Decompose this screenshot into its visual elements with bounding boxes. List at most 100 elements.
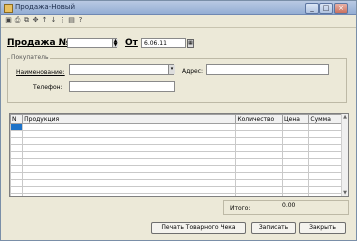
scroll-down-icon[interactable]: ▼: [342, 190, 348, 196]
products-table[interactable]: N Продукция Количество Цена Сумма ▲ ▼: [9, 113, 349, 197]
table-cell[interactable]: [22, 172, 237, 180]
close-button[interactable]: Закрыть: [299, 222, 346, 234]
date-label: От: [125, 38, 138, 48]
save-icon[interactable]: ▣: [5, 17, 12, 24]
chevron-down-icon[interactable]: ▾: [168, 65, 175, 74]
buyer-address-field[interactable]: [206, 64, 329, 75]
print-receipt-button[interactable]: Печать Товарного Чека: [151, 222, 246, 234]
totals-value: 0.00: [282, 202, 296, 209]
table-cell[interactable]: [235, 123, 284, 131]
table-cell[interactable]: [10, 151, 24, 159]
table-row[interactable]: [10, 130, 348, 138]
table-cell[interactable]: [235, 172, 284, 180]
column-header-number[interactable]: N: [10, 114, 24, 124]
close-window-button[interactable]: ×: [334, 3, 348, 14]
table-row[interactable]: [10, 144, 348, 152]
table-cell[interactable]: [22, 151, 237, 159]
window-title: Продажа-Новый: [15, 3, 75, 11]
sale-number-label: Продажа №: [7, 38, 70, 48]
table-row[interactable]: [10, 123, 348, 131]
table-cell[interactable]: [235, 137, 284, 145]
table-cell[interactable]: [10, 130, 24, 138]
table-cell[interactable]: [10, 158, 24, 166]
table-cell[interactable]: [235, 193, 284, 196]
column-header-quantity[interactable]: Количество: [235, 114, 284, 124]
sale-window: Продажа-Новый _ □ × ▣ ⎙ ⧉ ✥ ↑ ↓ ⋮ ▤ ? Пр…: [0, 0, 357, 241]
table-cell[interactable]: [10, 193, 24, 196]
table-cell[interactable]: [10, 186, 24, 194]
table-cell[interactable]: [10, 179, 24, 187]
table-body: [10, 123, 348, 196]
copy-icon[interactable]: ⧉: [23, 17, 30, 24]
table-cell[interactable]: [235, 179, 284, 187]
table-cell[interactable]: [22, 186, 237, 194]
table-cell[interactable]: [22, 165, 237, 173]
buyer-phone-field[interactable]: [69, 81, 175, 92]
buyer-name-field[interactable]: [69, 64, 174, 75]
table-cell[interactable]: [10, 137, 24, 145]
settings-icon[interactable]: ▤: [68, 17, 75, 24]
table-cell[interactable]: [22, 179, 237, 187]
table-cell[interactable]: [282, 144, 310, 152]
tree-icon[interactable]: ⋮: [59, 17, 66, 24]
table-row[interactable]: [10, 186, 348, 194]
date-field[interactable]: 6.06.11: [141, 38, 186, 48]
table-cell[interactable]: [282, 186, 310, 194]
table-cell[interactable]: [22, 130, 237, 138]
table-cell[interactable]: [235, 144, 284, 152]
table-cell[interactable]: [282, 130, 310, 138]
table-row[interactable]: [10, 158, 348, 166]
scroll-up-icon[interactable]: ▲: [342, 114, 348, 120]
table-cell[interactable]: [22, 123, 237, 131]
table-cell[interactable]: [282, 165, 310, 173]
sale-number-field[interactable]: [67, 38, 117, 48]
table-row[interactable]: [10, 193, 348, 196]
minimize-button[interactable]: _: [305, 3, 319, 14]
buyer-group-title: Покупатель: [10, 54, 50, 61]
table-row[interactable]: [10, 179, 348, 187]
buyer-address-label: Адрес:: [182, 68, 204, 75]
arrow-up-icon[interactable]: ↑: [41, 17, 48, 24]
table-cell[interactable]: [235, 165, 284, 173]
table-cell[interactable]: [282, 158, 310, 166]
table-cell[interactable]: [10, 144, 24, 152]
table-cell[interactable]: [235, 151, 284, 159]
table-cell[interactable]: [282, 193, 310, 196]
table-cell[interactable]: [10, 123, 24, 131]
table-cell[interactable]: [282, 123, 310, 131]
table-cell[interactable]: [10, 172, 24, 180]
print-icon[interactable]: ⎙: [14, 17, 21, 24]
table-row[interactable]: [10, 137, 348, 145]
table-cell[interactable]: [22, 158, 237, 166]
totals-label: Итого:: [230, 205, 251, 212]
buyer-name-label: Наименование:: [16, 69, 65, 76]
table-cell[interactable]: [282, 151, 310, 159]
table-cell[interactable]: [282, 179, 310, 187]
table-header-row: N Продукция Количество Цена Сумма: [10, 114, 348, 124]
table-cell[interactable]: [10, 165, 24, 173]
table-row[interactable]: [10, 151, 348, 159]
calendar-icon[interactable]: ▦: [187, 39, 194, 48]
toolbar: ▣ ⎙ ⧉ ✥ ↑ ↓ ⋮ ▤ ?: [1, 15, 356, 28]
table-cell[interactable]: [282, 172, 310, 180]
table-cell[interactable]: [235, 186, 284, 194]
column-header-price[interactable]: Цена: [282, 114, 310, 124]
column-header-product[interactable]: Продукция: [22, 114, 237, 124]
table-cell[interactable]: [282, 137, 310, 145]
move-icon[interactable]: ✥: [32, 17, 39, 24]
arrow-down-icon[interactable]: ↓: [50, 17, 57, 24]
help-icon[interactable]: ?: [77, 17, 84, 24]
table-cell[interactable]: [22, 144, 237, 152]
app-icon: [4, 4, 13, 13]
table-row[interactable]: [10, 172, 348, 180]
table-cell[interactable]: [22, 137, 237, 145]
maximize-button[interactable]: □: [319, 3, 333, 14]
title-bar[interactable]: Продажа-Новый _ □ ×: [1, 1, 356, 15]
table-scrollbar[interactable]: ▲ ▼: [341, 114, 348, 196]
table-cell[interactable]: [235, 130, 284, 138]
table-cell[interactable]: [235, 158, 284, 166]
save-button[interactable]: Записать: [251, 222, 296, 234]
table-cell[interactable]: [22, 193, 237, 196]
table-row[interactable]: [10, 165, 348, 173]
sale-number-spinner[interactable]: ▲ ▼: [112, 39, 118, 48]
